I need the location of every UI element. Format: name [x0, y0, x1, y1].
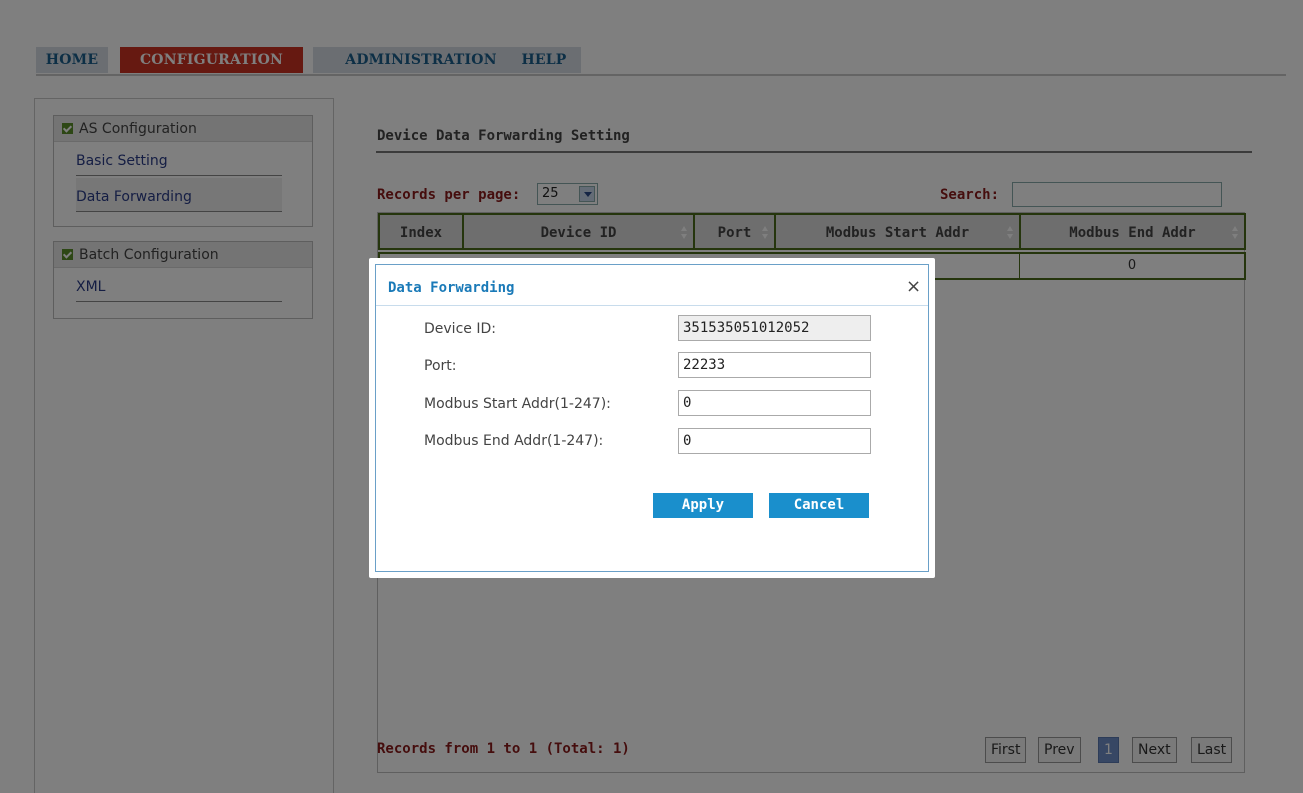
device-id-label: Device ID: [424, 321, 496, 337]
close-icon[interactable]: × [906, 278, 921, 296]
page: HOME CONFIGURATION ADMINISTRATION HELP A… [0, 0, 1303, 793]
modbus-start-addr-label: Modbus Start Addr(1-247): [424, 396, 611, 412]
dialog-title: Data Forwarding [388, 280, 515, 296]
cancel-button[interactable]: Cancel [769, 493, 869, 518]
port-label: Port: [424, 358, 457, 374]
modbus-end-addr-field[interactable]: 0 [678, 428, 871, 454]
apply-button[interactable]: Apply [653, 493, 753, 518]
modbus-end-addr-label: Modbus End Addr(1-247): [424, 433, 604, 449]
modbus-start-addr-field[interactable]: 0 [678, 390, 871, 416]
data-forwarding-dialog: Data Forwarding × Device ID: 35153505101… [369, 258, 935, 578]
device-id-field[interactable]: 351535051012052 [678, 315, 871, 341]
port-field[interactable]: 22233 [678, 352, 871, 378]
dialog-divider [376, 305, 928, 306]
dialog-body: Data Forwarding × Device ID: 35153505101… [375, 264, 929, 572]
